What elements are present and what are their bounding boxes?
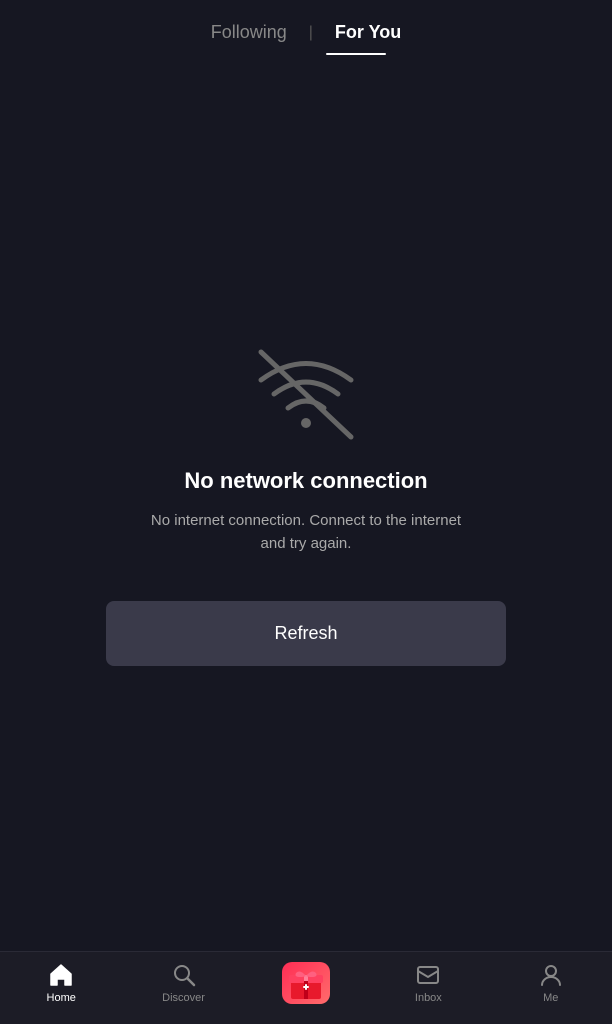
search-icon (171, 962, 197, 988)
error-title: No network connection (184, 468, 427, 494)
discover-label: Discover (162, 992, 205, 1004)
tab-following[interactable]: Following (203, 18, 295, 47)
nav-item-add[interactable] (266, 962, 346, 1004)
inbox-label: Inbox (415, 992, 442, 1004)
inbox-icon (415, 962, 441, 988)
error-subtitle: No internet connection. Connect to the i… (146, 510, 466, 555)
nav-item-discover[interactable]: Discover (144, 962, 224, 1004)
tab-for-you[interactable]: For You (327, 18, 409, 47)
refresh-button[interactable]: Refresh (106, 601, 506, 666)
home-label: Home (47, 992, 76, 1004)
add-button[interactable] (282, 962, 330, 1004)
nav-item-inbox[interactable]: Inbox (388, 962, 468, 1004)
no-wifi-icon (246, 342, 366, 442)
nav-item-home[interactable]: Home (21, 962, 101, 1004)
nav-item-me[interactable]: Me (511, 962, 591, 1004)
gift-icon (284, 961, 328, 1005)
bottom-navigation: Home Discover (0, 951, 612, 1024)
nav-divider: | (309, 24, 313, 42)
profile-icon (538, 962, 564, 988)
top-navigation: Following | For You (0, 0, 612, 57)
home-icon (48, 962, 74, 988)
active-tab-indicator (326, 53, 386, 55)
main-content: No network connection No internet connec… (0, 57, 612, 951)
me-label: Me (543, 992, 558, 1004)
